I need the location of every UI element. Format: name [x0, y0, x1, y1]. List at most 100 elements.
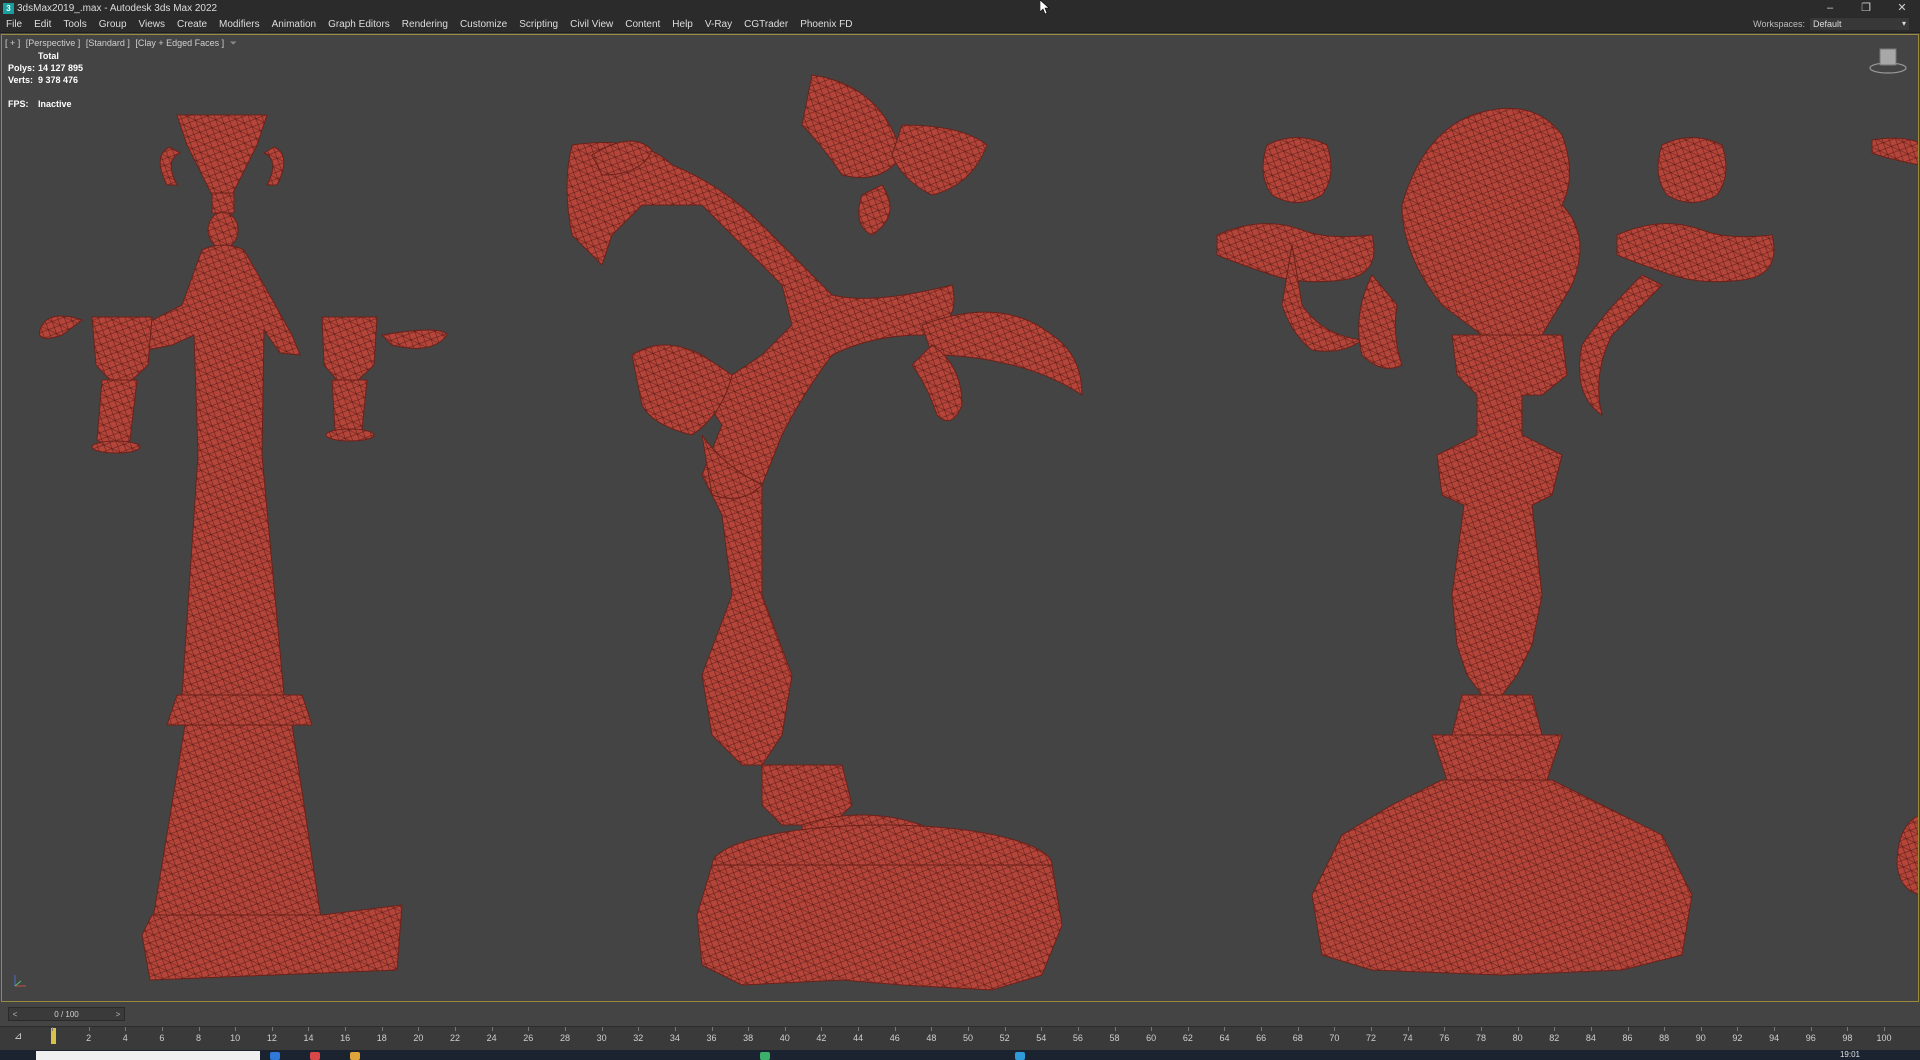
- timeline-tick-label: 46: [889, 1033, 900, 1043]
- timeline-tick-mark: [1444, 1027, 1446, 1031]
- filter-icon[interactable]: ⏷: [230, 38, 237, 48]
- menu-help[interactable]: Help: [666, 19, 699, 30]
- timeline-tick-label: 14: [303, 1033, 314, 1043]
- timeline-tick-mark: [308, 1027, 310, 1031]
- viewport-display-mode-button[interactable]: [Clay + Edged Faces ]: [135, 38, 224, 48]
- time-slider[interactable]: < 0 / 100 >: [8, 1007, 125, 1021]
- timeline-tick-label: 42: [816, 1033, 827, 1043]
- timeline-tick-label: 16: [340, 1033, 351, 1043]
- taskbar-app-icon[interactable]: [760, 1052, 770, 1060]
- fps-label: FPS:: [8, 99, 29, 109]
- timeline-tick-mark: [1297, 1027, 1299, 1031]
- timeline-tick-label: 44: [853, 1033, 864, 1043]
- menu-tools[interactable]: Tools: [57, 19, 92, 30]
- timeline-tick-mark: [1224, 1027, 1226, 1031]
- menu-create[interactable]: Create: [171, 19, 213, 30]
- workspaces-label: Workspaces:: [1753, 19, 1805, 29]
- timeline-tick-label: 58: [1109, 1033, 1120, 1043]
- timeline-tick-mark: [528, 1027, 530, 1031]
- timeline-tick-label: 32: [633, 1033, 644, 1043]
- timeline-tick-label: 100: [1876, 1033, 1892, 1043]
- menu-scripting[interactable]: Scripting: [513, 19, 564, 30]
- timeline-tick-mark: [198, 1027, 200, 1031]
- timeline-tick-mark: [1407, 1027, 1409, 1031]
- timeline-tick-label: 20: [413, 1033, 424, 1043]
- timeline-tick-label: 30: [596, 1033, 607, 1043]
- timeline-tick-mark: [271, 1027, 273, 1031]
- candelabra-rococo-model: [566, 74, 1083, 991]
- timeline-tick-mark: [418, 1027, 420, 1031]
- restore-button[interactable]: ❐: [1848, 0, 1884, 16]
- timeline-tick-mark: [1517, 1027, 1519, 1031]
- time-slider-next-button[interactable]: >: [112, 1010, 124, 1019]
- timeline-tick-label: 72: [1366, 1033, 1377, 1043]
- curve-editor-icon[interactable]: ⊿: [14, 1031, 22, 1042]
- timeline-tick-label: 2: [86, 1033, 92, 1043]
- menu-vray[interactable]: V-Ray: [699, 19, 738, 30]
- timeline-tick-mark: [235, 1027, 237, 1031]
- timeline-tick-label: 38: [743, 1033, 754, 1043]
- time-slider-prev-button[interactable]: <: [9, 1010, 21, 1019]
- taskbar-search-box[interactable]: [36, 1051, 260, 1060]
- timeline-tick-mark: [748, 1027, 750, 1031]
- timeline-tick-mark: [564, 1027, 566, 1031]
- taskbar-app-icon[interactable]: [350, 1052, 360, 1060]
- menu-group[interactable]: Group: [93, 19, 133, 30]
- menu-cgtrader[interactable]: CGTrader: [738, 19, 794, 30]
- timeline-tick-mark: [784, 1027, 786, 1031]
- time-slider-value: 0 / 100: [54, 1009, 79, 1019]
- menu-rendering[interactable]: Rendering: [396, 19, 454, 30]
- menu-views[interactable]: Views: [133, 19, 172, 30]
- timeline-tick-mark: [1664, 1027, 1666, 1031]
- timeline-tick-label: 40: [779, 1033, 790, 1043]
- viewport-pov-button[interactable]: [Perspective ]: [26, 38, 81, 48]
- timeline-tick-mark: [52, 1027, 53, 1031]
- timeline-tick-label: 48: [926, 1033, 937, 1043]
- menu-customize[interactable]: Customize: [454, 19, 513, 30]
- timeline-tick-mark: [601, 1027, 603, 1031]
- menu-file[interactable]: File: [0, 19, 28, 30]
- menu-phoenix-fd[interactable]: Phoenix FD: [794, 19, 858, 30]
- timeline-tick-mark: [161, 1027, 163, 1031]
- timeline-tick-label: 56: [1072, 1033, 1083, 1043]
- taskbar-app-icon[interactable]: [270, 1052, 280, 1060]
- menu-content[interactable]: Content: [619, 19, 666, 30]
- timeline-tick-label: 12: [266, 1033, 277, 1043]
- track-bar[interactable]: ⊿ 2 4 6 8 10 12 14 16 18 20 22 24 26 28 30 32 34 36 38 40 42…: [0, 1026, 1920, 1051]
- menu-modifiers[interactable]: Modifiers: [213, 19, 266, 30]
- timeline-tick-label: 50: [962, 1033, 974, 1043]
- stats-polys-label: Polys:: [8, 63, 36, 73]
- axis-tripod-icon: [12, 973, 28, 991]
- partial-model-right-edge: [1871, 137, 1918, 895]
- viewcube-icon[interactable]: [1868, 45, 1908, 75]
- menu-edit[interactable]: Edit: [28, 19, 57, 30]
- viewport-menu-button[interactable]: [ + ]: [5, 38, 20, 48]
- timeline-tick-label: 98: [1842, 1033, 1853, 1043]
- timeline-tick-mark: [1847, 1027, 1849, 1031]
- viewport-label[interactable]: [ + ] [Perspective ] [Standard ] [Clay +…: [5, 38, 240, 49]
- timeline-tick-label: 90: [1695, 1033, 1706, 1043]
- menu-civil-view[interactable]: Civil View: [564, 19, 619, 30]
- taskbar-app-icon[interactable]: [310, 1052, 320, 1060]
- perspective-viewport[interactable]: [ + ] [Perspective ] [Standard ] [Clay +…: [1, 34, 1919, 1002]
- close-button[interactable]: ✕: [1884, 0, 1920, 16]
- timeline-tick-label: 36: [706, 1033, 717, 1043]
- timeline-tick-label: 10: [230, 1033, 241, 1043]
- workspaces-dropdown[interactable]: Default ▾: [1809, 17, 1910, 31]
- viewport-shading-quality-button[interactable]: [Standard ]: [86, 38, 130, 48]
- timeline-tick-mark: [1004, 1027, 1006, 1031]
- timeline-tick-mark: [345, 1027, 347, 1031]
- timeline-tick-mark: [125, 1027, 127, 1031]
- menu-animation[interactable]: Animation: [266, 19, 322, 30]
- timeline-tick-mark: [968, 1027, 969, 1031]
- minimize-button[interactable]: –: [1812, 0, 1848, 16]
- timeline-tick-label: 68: [1292, 1033, 1303, 1043]
- app-logo-icon[interactable]: 3: [3, 2, 14, 14]
- timeline-tick-mark: [931, 1027, 933, 1031]
- taskbar-clock[interactable]: 19:01: [1840, 1050, 1860, 1059]
- timeline-tick-label: 18: [376, 1033, 387, 1043]
- timeline-tick-mark: [1737, 1027, 1739, 1031]
- taskbar-app-icon[interactable]: [1015, 1052, 1025, 1060]
- menu-graph-editors[interactable]: Graph Editors: [322, 19, 396, 30]
- chevron-down-icon: ▾: [1901, 19, 1906, 28]
